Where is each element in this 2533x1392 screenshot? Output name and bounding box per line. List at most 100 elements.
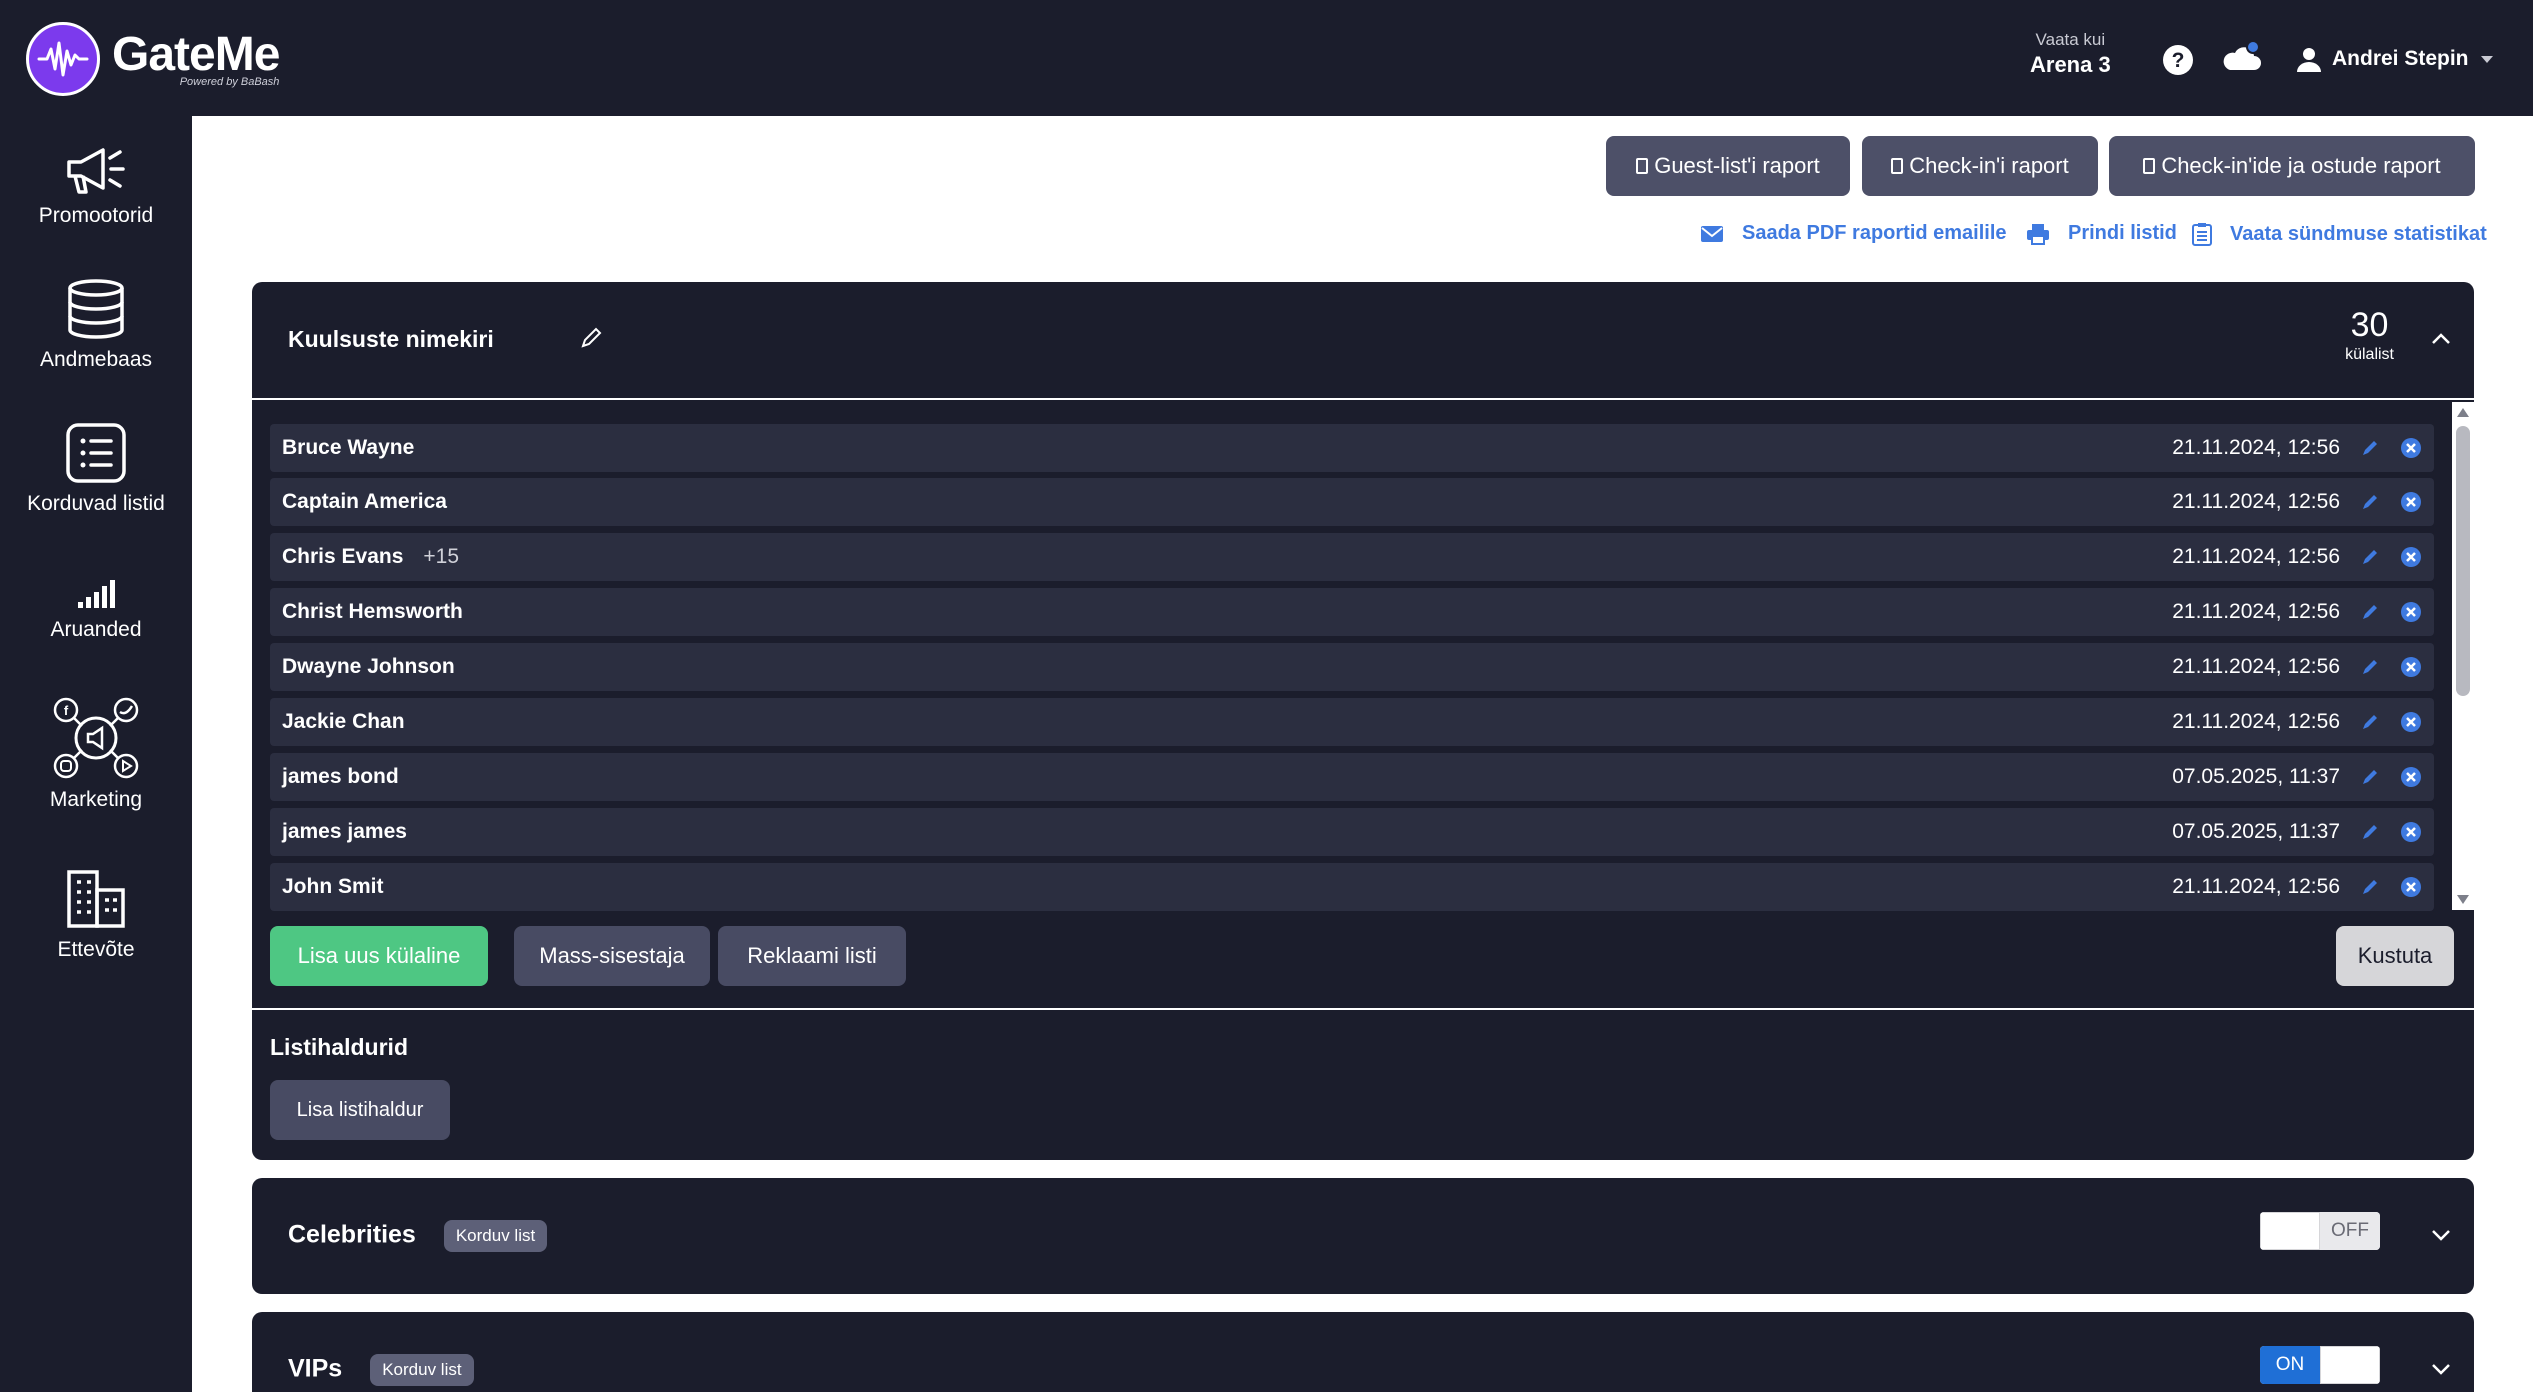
guest-date: 21.11.2024, 12:56 xyxy=(2172,710,2340,733)
edit-pencil-icon[interactable] xyxy=(2360,767,2380,787)
guest-row[interactable]: Jackie Chan 21.11.2024, 12:56 xyxy=(270,698,2434,746)
edit-pencil-icon[interactable] xyxy=(2360,602,2380,622)
guest-list-header[interactable]: Kuulsuste nimekiri 30 külalist xyxy=(252,282,2474,398)
recurring-list-panel-celebrities[interactable]: Celebrities Korduv list OFF xyxy=(252,1178,2474,1294)
guest-count-label: külalist xyxy=(2345,346,2394,363)
guest-row[interactable]: Captain America 21.11.2024, 12:56 xyxy=(270,478,2434,526)
guest-row[interactable]: Dwayne Johnson 21.11.2024, 12:56 xyxy=(270,643,2434,691)
list-toggle-on[interactable]: ON xyxy=(2260,1346,2380,1384)
check-in-report-button[interactable]: Check-in'i raport xyxy=(1862,136,2098,196)
venue-switcher[interactable]: Vaata kui Arena 3 xyxy=(2030,30,2111,78)
edit-pencil-icon[interactable] xyxy=(2360,657,2380,677)
sidebar: Promootorid Andmebaas Korduvad listid Ar… xyxy=(0,116,192,1392)
caret-down-icon xyxy=(2480,55,2493,63)
guest-row[interactable]: Chris Evans +15 21.11.2024, 12:56 xyxy=(270,533,2434,581)
link-label: Saada PDF raportid emailile xyxy=(1742,222,2007,244)
list-managers-section: Listihaldurid Lisa listihaldur xyxy=(252,1008,2474,1160)
view-event-statistics-link[interactable]: Vaata sündmuse statistikat xyxy=(2192,222,2487,246)
building-icon xyxy=(67,870,125,928)
scroll-down-arrow-icon[interactable] xyxy=(2457,895,2469,904)
edit-pencil-icon[interactable] xyxy=(2360,877,2380,897)
promote-list-button[interactable]: Reklaami listi xyxy=(718,926,906,986)
list-title: VIPs Korduv list xyxy=(288,1354,474,1386)
button-label: Check-in'i raport xyxy=(1909,153,2069,178)
remove-circle-icon[interactable] xyxy=(2400,766,2422,788)
button-label: Guest-list'i raport xyxy=(1654,153,1820,178)
help-icon[interactable]: ? xyxy=(2162,44,2194,76)
guest-row[interactable]: Bruce Wayne 21.11.2024, 12:56 xyxy=(270,424,2434,472)
guest-date: 21.11.2024, 12:56 xyxy=(2172,655,2340,678)
venue-name: Arena 3 xyxy=(2030,52,2111,77)
remove-circle-icon[interactable] xyxy=(2400,437,2422,459)
scroll-up-arrow-icon[interactable] xyxy=(2457,408,2469,417)
guest-plus: +15 xyxy=(423,545,460,568)
edit-pencil-icon[interactable] xyxy=(2360,822,2380,842)
sidebar-item-korduvad-listid[interactable]: Korduvad listid xyxy=(0,422,192,516)
guest-row[interactable]: james bond 07.05.2025, 11:37 xyxy=(270,753,2434,801)
guest-rows[interactable]: Bruce Wayne 21.11.2024, 12:56 Captain Am… xyxy=(270,424,2434,914)
remove-circle-icon[interactable] xyxy=(2400,821,2422,843)
user-icon xyxy=(2297,48,2321,72)
toggle-knob xyxy=(2320,1346,2380,1384)
sidebar-item-promootorid[interactable]: Promootorid xyxy=(0,146,192,228)
svg-text:?: ? xyxy=(2172,49,2185,72)
link-label: Prindi listid xyxy=(2068,222,2177,244)
remove-circle-icon[interactable] xyxy=(2400,711,2422,733)
brand-name: GateMe xyxy=(112,27,280,81)
guest-row[interactable]: Christ Hemsworth 21.11.2024, 12:56 xyxy=(270,588,2434,636)
delete-list-button[interactable]: Kustuta xyxy=(2336,926,2454,986)
sidebar-item-aruanded[interactable]: Aruanded xyxy=(0,578,192,642)
recurring-list-badge: Korduv list xyxy=(443,1220,548,1252)
document-icon xyxy=(2143,158,2156,174)
recurring-list-panel-vips[interactable]: VIPs Korduv list ON xyxy=(252,1312,2474,1392)
edit-pencil-icon[interactable] xyxy=(2360,547,2380,567)
guest-date: 21.11.2024, 12:56 xyxy=(2172,545,2340,568)
toggle-state-label: ON xyxy=(2260,1346,2320,1384)
check-in-purchases-report-button[interactable]: Check-in'ide ja ostude raport xyxy=(2109,136,2475,196)
pencil-icon[interactable] xyxy=(580,327,602,349)
top-bar: GateMe Powered by BaBash Vaata kui Arena… xyxy=(0,0,2533,116)
sidebar-item-marketing[interactable]: f Marketing xyxy=(0,696,192,812)
list-toggle-off[interactable]: OFF xyxy=(2260,1212,2380,1250)
sidebar-item-andmebaas[interactable]: Andmebaas xyxy=(0,278,192,372)
sidebar-item-ettevote[interactable]: Ettevõte xyxy=(0,868,192,962)
venue-label: Vaata kui xyxy=(2035,30,2106,49)
user-menu[interactable]: Andrei Stepin xyxy=(2296,46,2493,72)
chevron-up-icon[interactable] xyxy=(2430,328,2452,350)
remove-circle-icon[interactable] xyxy=(2400,491,2422,513)
guest-row[interactable]: james james 07.05.2025, 11:37 xyxy=(270,808,2434,856)
mass-entry-button[interactable]: Mass-sisestaja xyxy=(514,926,710,986)
sidebar-item-label: Marketing xyxy=(49,788,143,811)
guest-name: james james xyxy=(282,820,407,843)
scrollbar[interactable] xyxy=(2452,402,2474,910)
send-pdf-email-link[interactable]: Saada PDF raportid emailile xyxy=(1700,222,2007,245)
remove-circle-icon[interactable] xyxy=(2400,546,2422,568)
edit-pencil-icon[interactable] xyxy=(2360,492,2380,512)
button-label: Check-in'ide ja ostude raport xyxy=(2161,153,2441,178)
sidebar-item-label: Ettevõte xyxy=(57,938,135,961)
guest-list-report-button[interactable]: Guest-list'i raport xyxy=(1606,136,1850,196)
remove-circle-icon[interactable] xyxy=(2400,656,2422,678)
chevron-down-icon[interactable] xyxy=(2430,1358,2452,1380)
guest-date: 21.11.2024, 12:56 xyxy=(2172,490,2340,513)
remove-circle-icon[interactable] xyxy=(2400,876,2422,898)
soundwave-icon xyxy=(26,22,100,96)
guest-row[interactable]: John Smit 21.11.2024, 12:56 xyxy=(270,863,2434,911)
edit-pencil-icon[interactable] xyxy=(2360,712,2380,732)
scrollbar-thumb[interactable] xyxy=(2456,426,2470,696)
document-icon xyxy=(1636,158,1649,174)
print-lists-link[interactable]: Prindi listid xyxy=(2026,222,2177,245)
guest-date: 07.05.2025, 11:37 xyxy=(2172,765,2340,788)
add-guest-button[interactable]: Lisa uus külaline xyxy=(270,926,488,986)
add-list-manager-button[interactable]: Lisa listihaldur xyxy=(270,1080,450,1140)
chevron-down-icon[interactable] xyxy=(2430,1224,2452,1246)
cloud-notification-icon[interactable] xyxy=(2222,40,2262,74)
edit-pencil-icon[interactable] xyxy=(2360,438,2380,458)
guest-date: 21.11.2024, 12:56 xyxy=(2172,436,2340,459)
remove-circle-icon[interactable] xyxy=(2400,601,2422,623)
signal-bars-icon xyxy=(78,580,115,608)
guest-name: John Smit xyxy=(282,875,384,898)
brand-logo[interactable]: GateMe Powered by BaBash xyxy=(26,22,280,96)
guest-name: Chris Evans +15 xyxy=(282,545,460,568)
list-icon xyxy=(66,423,126,483)
